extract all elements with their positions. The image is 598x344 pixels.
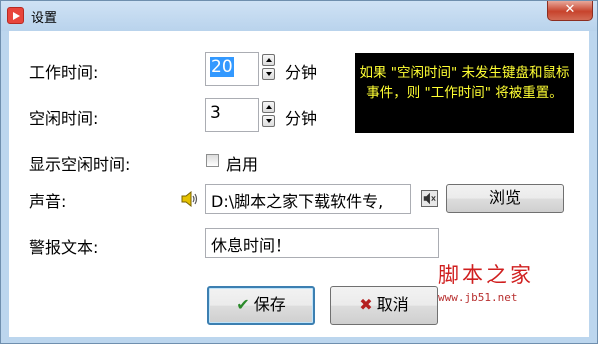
idle-time-stepper[interactable] — [262, 101, 275, 127]
work-time-stepper[interactable] — [262, 54, 275, 80]
work-time-label: 工作时间: — [29, 63, 99, 82]
close-button[interactable]: ✕ — [547, 1, 593, 21]
app-icon — [7, 7, 24, 24]
show-idle-label: 显示空闲时间: — [29, 155, 131, 174]
cancel-button-label: 取消 — [376, 295, 409, 314]
save-button[interactable]: ✔ 保存 — [207, 286, 315, 325]
alert-text-label: 警报文本: — [29, 238, 99, 257]
sound-path-input[interactable]: D:\脚本之家下载软件专, — [205, 184, 411, 214]
idle-time-label: 空闲时间: — [29, 109, 99, 128]
idle-time-input[interactable]: 3 — [205, 98, 259, 132]
save-button-label: 保存 — [253, 295, 286, 314]
show-idle-checkbox-label[interactable]: 启用 — [226, 151, 258, 175]
title-bar[interactable]: 设置 ✕ — [1, 1, 597, 31]
work-time-up-arrow-icon[interactable] — [262, 54, 275, 66]
settings-window: 设置 ✕ 工作时间: 20 分钟 如果 "空闲时间" 未发生键盘和鼠标事件，则 … — [0, 0, 598, 344]
work-time-down-arrow-icon[interactable] — [262, 68, 275, 80]
idle-hint-box: 如果 "空闲时间" 未发生键盘和鼠标事件，则 "工作时间" 将被重置。 — [355, 53, 574, 133]
speaker-icon[interactable] — [181, 191, 199, 207]
cancel-button[interactable]: ✖ 取消 — [330, 286, 438, 325]
work-time-input[interactable]: 20 — [205, 52, 259, 86]
sound-label: 声音: — [29, 192, 67, 211]
alert-text-input[interactable]: 休息时间！ — [205, 228, 439, 258]
checkmark-icon: ✔ — [236, 295, 250, 314]
sound-preview-icon[interactable] — [421, 190, 438, 207]
work-time-value: 20 — [210, 57, 234, 77]
show-idle-checkbox[interactable] — [206, 154, 219, 167]
watermark-url: www.jb51.net — [438, 291, 518, 304]
idle-time-down-arrow-icon[interactable] — [262, 115, 275, 127]
watermark: 脚本之家 www.jb51.net — [438, 259, 534, 304]
browse-button[interactable]: 浏览 — [446, 184, 564, 213]
work-time-unit: 分钟 — [285, 63, 318, 82]
cross-icon: ✖ — [359, 295, 373, 314]
idle-time-unit: 分钟 — [285, 109, 318, 128]
window-title: 设置 — [31, 11, 58, 26]
watermark-title: 脚本之家 — [438, 263, 534, 287]
idle-time-up-arrow-icon[interactable] — [262, 101, 275, 113]
